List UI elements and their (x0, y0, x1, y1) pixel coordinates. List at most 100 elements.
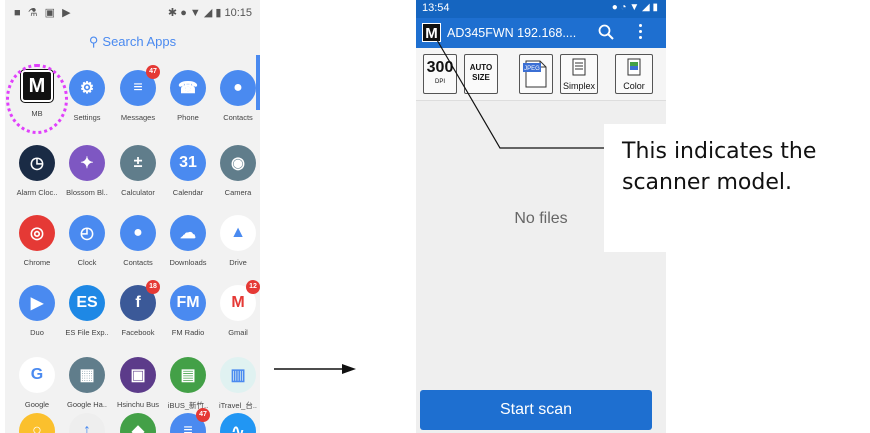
app-contacts[interactable]: ● Contacts (213, 70, 260, 122)
app-partial-27[interactable]: ◆ (113, 413, 163, 433)
status-icons-right: ● ◔ ▼ ◢ ▮ (611, 2, 658, 13)
app-icon: ⚙ (69, 70, 105, 106)
app-google[interactable]: G Google (12, 357, 62, 409)
resolution-button[interactable]: 300 DPI (423, 54, 457, 94)
app-phone[interactable]: ☎ Phone (163, 70, 213, 122)
app-label: Chrome (23, 258, 51, 267)
app-icon: ☎ (170, 70, 206, 106)
app-es-file-exp[interactable]: ES ES File Exp.. (62, 285, 112, 337)
app-label: Blossom Bl.. (66, 188, 108, 197)
app-icon: ▣ (120, 357, 156, 393)
app-partial-28[interactable]: ≡ 47 (163, 408, 213, 433)
notification-badge: 47 (196, 408, 210, 422)
dpi-label: DPI (434, 79, 445, 85)
app-calendar[interactable]: 31 Calendar (163, 145, 213, 197)
app-label: FM Radio (171, 328, 205, 337)
app-icon: G (19, 357, 55, 393)
app-icon: ◷ (19, 145, 55, 181)
app-partial-26[interactable]: ↑ (62, 413, 112, 433)
app-icon: ≡ 47 (170, 408, 210, 433)
simplex-label: Simplex (562, 81, 595, 91)
app-icon: ◴ (69, 215, 105, 251)
format-label: JPEG (524, 66, 540, 72)
file-format-button[interactable]: JPEG (519, 54, 553, 94)
app-icon: ▶ (19, 285, 55, 321)
app-alarm-cloc[interactable]: ◷ Alarm Cloc.. (12, 145, 62, 197)
status-time: 13:54 (422, 2, 450, 14)
app-icon: ▤ (170, 357, 206, 393)
color-image-icon (627, 58, 641, 76)
app-settings[interactable]: ⚙ Settings (62, 70, 112, 122)
app-label: Google (24, 400, 50, 409)
status-bar: ■ ⚗ ▣ ▶ ✱ ● ▼ ◢ ▮ 10:15 (5, 0, 260, 26)
app-icon: ○ (19, 413, 55, 433)
app-label: Calculator (121, 188, 155, 197)
app-blossom-bl[interactable]: ✦ Blossom Bl.. (62, 145, 112, 197)
app-icon: M 12 (220, 280, 260, 321)
search-icon[interactable] (597, 23, 615, 41)
app-icon: f 18 (120, 280, 160, 321)
page-icon (572, 58, 586, 76)
app-label: Google Ha.. (66, 400, 108, 409)
app-calculator[interactable]: ± Calculator (113, 145, 163, 197)
app-label: Duo (30, 328, 44, 337)
status-icons-right: ✱ ● ▼ ◢ ▮ 10:15 (167, 7, 252, 19)
simplex-button[interactable]: Simplex (560, 54, 598, 94)
search-apps-label: Search Apps (102, 34, 177, 49)
app-label: Drive (229, 258, 247, 267)
app-icon: FM (170, 285, 206, 321)
jpeg-file-icon: JPEG (523, 60, 547, 88)
app-icon: ✦ (69, 145, 105, 181)
app-icon: ▦ (69, 357, 105, 393)
search-apps-bar[interactable]: ⚲ Search Apps (5, 34, 260, 50)
app-label: Phone (177, 113, 199, 122)
app-contacts[interactable]: ● Contacts (113, 215, 163, 267)
app-label: Alarm Cloc.. (16, 188, 58, 197)
app-icon: ◎ (19, 215, 55, 251)
app-icon: ↑ (69, 413, 105, 433)
app-google-ha[interactable]: ▦ Google Ha.. (62, 357, 112, 409)
app-label: Contacts (123, 258, 153, 267)
start-scan-button[interactable]: Start scan (420, 390, 652, 430)
app-icon: ▲ (220, 215, 256, 251)
overflow-menu-icon[interactable] (637, 24, 643, 42)
app-label: iTravel_台.. (218, 401, 258, 410)
app-label: Downloads (169, 258, 207, 267)
app-drive[interactable]: ▲ Drive (213, 215, 260, 267)
app-itravel[interactable]: ▥ iTravel_台.. (213, 357, 260, 411)
app-partial-25[interactable]: ○ (12, 413, 62, 433)
app-downloads[interactable]: ☁ Downloads (163, 215, 213, 267)
app-icon: ES (69, 285, 105, 321)
app-gmail[interactable]: M 12 Gmail (213, 280, 260, 337)
app-icon: ▥ (220, 357, 256, 393)
app-duo[interactable]: ▶ Duo (12, 285, 62, 337)
app-label: Calendar (172, 188, 204, 197)
notification-badge: 47 (146, 65, 160, 79)
paper-size-button[interactable]: AUTO SIZE (464, 54, 498, 94)
app-label: Clock (77, 258, 97, 267)
app-fm-radio[interactable]: FM FM Radio (163, 285, 213, 337)
app-ibus[interactable]: ▤ iBUS_新竹.. (163, 357, 213, 411)
app-facebook[interactable]: f 18 Facebook (113, 280, 163, 337)
status-bar: 13:54 ● ◔ ▼ ◢ ▮ (416, 0, 666, 18)
notification-badge: 18 (146, 280, 160, 294)
app-label: Camera (224, 188, 252, 197)
app-label: Settings (73, 113, 101, 122)
app-label: Facebook (121, 328, 155, 337)
app-partial-29[interactable]: ∿ (213, 413, 260, 433)
transition-arrow (274, 364, 356, 374)
mb-highlight-ring (6, 64, 68, 134)
status-icons-left: ■ ⚗ ▣ ▶ (14, 7, 73, 19)
app-chrome[interactable]: ◎ Chrome (12, 215, 62, 267)
color-mode-button[interactable]: Color (615, 54, 653, 94)
app-icon: 31 (170, 145, 206, 181)
app-messages[interactable]: ≡ 47 Messages (113, 65, 163, 122)
app-clock[interactable]: ◴ Clock (62, 215, 112, 267)
app-label: Hsinchu Bus (116, 400, 160, 409)
app-hsinchu-bus[interactable]: ▣ Hsinchu Bus (113, 357, 163, 409)
app-camera[interactable]: ◉ Camera (213, 145, 260, 197)
app-icon: ≡ 47 (120, 65, 160, 106)
scanner-model-label[interactable]: AD345FWN 192.168.... (447, 26, 576, 40)
app-label: ES File Exp.. (65, 328, 109, 337)
app-label: Contacts (223, 113, 253, 122)
